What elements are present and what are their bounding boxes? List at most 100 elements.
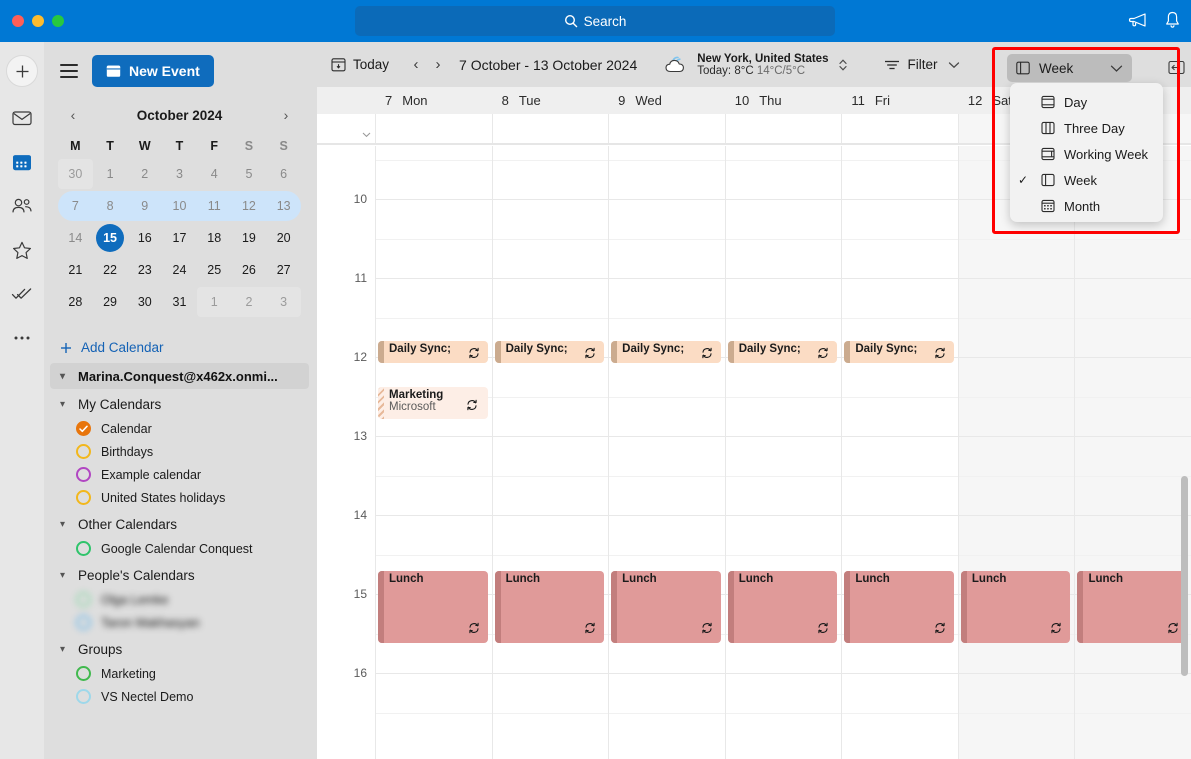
calendar-event[interactable]: Daily Sync;: [494, 341, 605, 363]
mini-cal-day[interactable]: 20: [266, 222, 301, 254]
calendar-list-item[interactable]: Google Calendar Conquest: [44, 537, 317, 560]
filter-button[interactable]: Filter: [884, 57, 960, 72]
mini-cal-next-button[interactable]: ›: [277, 107, 295, 123]
calendar-list-item[interactable]: Olga Lemke: [44, 588, 317, 611]
mini-cal-day[interactable]: 3: [162, 158, 197, 190]
calendar-list-item[interactable]: Taron Makhasyan: [44, 611, 317, 634]
checkbox-icon[interactable]: [76, 444, 91, 459]
calendar-group-header[interactable]: ▾ People's Calendars: [44, 562, 317, 588]
day-column[interactable]: Lunch: [1074, 146, 1191, 759]
calendar-list-item[interactable]: VS Nectel Demo: [44, 685, 317, 708]
calendar-event[interactable]: Lunch: [611, 571, 721, 643]
mini-cal-day[interactable]: 30: [127, 286, 162, 318]
day-header[interactable]: 11 Fri: [841, 87, 958, 114]
mini-cal-day[interactable]: 12: [232, 190, 267, 222]
checkbox-icon[interactable]: [76, 467, 91, 482]
day-header[interactable]: 9 Wed: [608, 87, 725, 114]
calendar-event[interactable]: Lunch: [1077, 571, 1188, 643]
mini-cal-day[interactable]: 17: [162, 222, 197, 254]
search-input[interactable]: Search: [355, 6, 835, 36]
bell-icon[interactable]: [1164, 11, 1181, 29]
mini-cal-day[interactable]: 2: [127, 158, 162, 190]
rail-item-favorites[interactable]: [8, 237, 36, 263]
mini-cal-day[interactable]: 29: [93, 286, 128, 318]
day-column[interactable]: Lunch: [957, 146, 1075, 759]
mini-cal-day[interactable]: 15: [93, 222, 128, 254]
rail-item-more[interactable]: [8, 325, 36, 351]
all-day-cell[interactable]: [608, 114, 725, 143]
view-option-working-week[interactable]: Working Week: [1010, 141, 1163, 167]
view-option-month[interactable]: Month: [1010, 193, 1163, 219]
mini-cal-day[interactable]: 5: [232, 158, 267, 190]
day-header[interactable]: 7 Mon: [375, 87, 492, 114]
mini-cal-prev-button[interactable]: ‹: [64, 107, 82, 123]
weather-expand-icon[interactable]: [838, 56, 848, 74]
calendar-group-header[interactable]: ▾ My Calendars: [44, 391, 317, 417]
mini-cal-day[interactable]: 24: [162, 254, 197, 286]
calendar-event[interactable]: Lunch: [727, 571, 838, 643]
mini-cal-day[interactable]: 23: [127, 254, 162, 286]
calendar-list-item[interactable]: Calendar: [44, 417, 317, 440]
calendar-event[interactable]: Lunch: [494, 571, 605, 643]
all-day-cell[interactable]: [491, 114, 609, 143]
add-calendar-button[interactable]: Add Calendar: [60, 340, 317, 355]
day-column[interactable]: Daily Sync; Lunch: [491, 146, 609, 759]
mini-cal-day[interactable]: 6: [266, 158, 301, 190]
mini-cal-day[interactable]: 30: [58, 158, 93, 190]
mini-cal-day[interactable]: 28: [58, 286, 93, 318]
checkbox-icon[interactable]: [76, 615, 91, 630]
checkbox-icon[interactable]: [76, 541, 91, 556]
mini-cal-day[interactable]: 19: [232, 222, 267, 254]
mini-cal-day[interactable]: 27: [266, 254, 301, 286]
calendar-list-item[interactable]: United States holidays: [44, 486, 317, 509]
mini-cal-day[interactable]: 31: [162, 286, 197, 318]
calendar-event[interactable]: Marketing Microsoft: [378, 387, 488, 419]
rail-item-people[interactable]: [8, 193, 36, 219]
mini-cal-day[interactable]: 3: [266, 286, 301, 318]
all-day-cell[interactable]: [724, 114, 842, 143]
calendar-event[interactable]: Lunch: [844, 571, 954, 643]
mini-cal-day[interactable]: 25: [197, 254, 232, 286]
calendar-event[interactable]: Daily Sync;: [611, 341, 721, 363]
mini-cal-day[interactable]: 16: [127, 222, 162, 254]
mini-cal-day[interactable]: 14: [58, 222, 93, 254]
vertical-scrollbar[interactable]: [1181, 476, 1188, 676]
minimize-window-button[interactable]: [32, 15, 44, 27]
account-row[interactable]: ▾ Marina.Conquest@x462x.onmi...: [50, 363, 309, 389]
close-window-button[interactable]: [12, 15, 24, 27]
calendar-group-header[interactable]: ▾ Other Calendars: [44, 511, 317, 537]
view-option-three-day[interactable]: Three Day: [1010, 115, 1163, 141]
view-option-day[interactable]: Day: [1010, 89, 1163, 115]
all-day-cell[interactable]: [841, 114, 958, 143]
rail-item-calendar[interactable]: [8, 149, 36, 175]
calendar-list-item[interactable]: Example calendar: [44, 463, 317, 486]
mini-cal-day[interactable]: 26: [232, 254, 267, 286]
day-header[interactable]: 8 Tue: [492, 87, 609, 114]
day-column[interactable]: Daily Sync; Lunch: [724, 146, 842, 759]
new-event-button[interactable]: New Event: [92, 55, 214, 87]
calendar-event[interactable]: Daily Sync;: [844, 341, 954, 363]
mini-cal-day[interactable]: 9: [127, 190, 162, 222]
day-column[interactable]: Daily Sync; Marketing Microsoft Lunch: [375, 146, 492, 759]
mini-cal-day[interactable]: 18: [197, 222, 232, 254]
mini-cal-day[interactable]: 10: [162, 190, 197, 222]
calendar-list-item[interactable]: Marketing: [44, 662, 317, 685]
day-column[interactable]: Daily Sync; Lunch: [841, 146, 958, 759]
weather-widget[interactable]: New York, United States Today: 8°C 14°C/…: [663, 53, 848, 77]
mini-cal-day[interactable]: 1: [197, 286, 232, 318]
checkbox-icon[interactable]: [76, 666, 91, 681]
checkbox-icon[interactable]: [76, 689, 91, 704]
all-day-cell[interactable]: [375, 114, 492, 143]
checkbox-icon[interactable]: [76, 592, 91, 607]
day-column[interactable]: Daily Sync; Lunch: [608, 146, 725, 759]
toggle-sidebar-button[interactable]: [60, 64, 78, 78]
rail-item-mail[interactable]: [8, 105, 36, 131]
view-selector-button[interactable]: Week: [1007, 54, 1133, 82]
calendar-event[interactable]: Lunch: [960, 571, 1071, 643]
calendar-event[interactable]: Daily Sync;: [378, 341, 488, 363]
checkbox-icon[interactable]: [76, 490, 91, 505]
checkbox-checked-icon[interactable]: [76, 421, 91, 436]
mini-cal-day[interactable]: 2: [232, 286, 267, 318]
calendar-event[interactable]: Daily Sync;: [727, 341, 838, 363]
prev-week-button[interactable]: ‹: [405, 56, 427, 73]
